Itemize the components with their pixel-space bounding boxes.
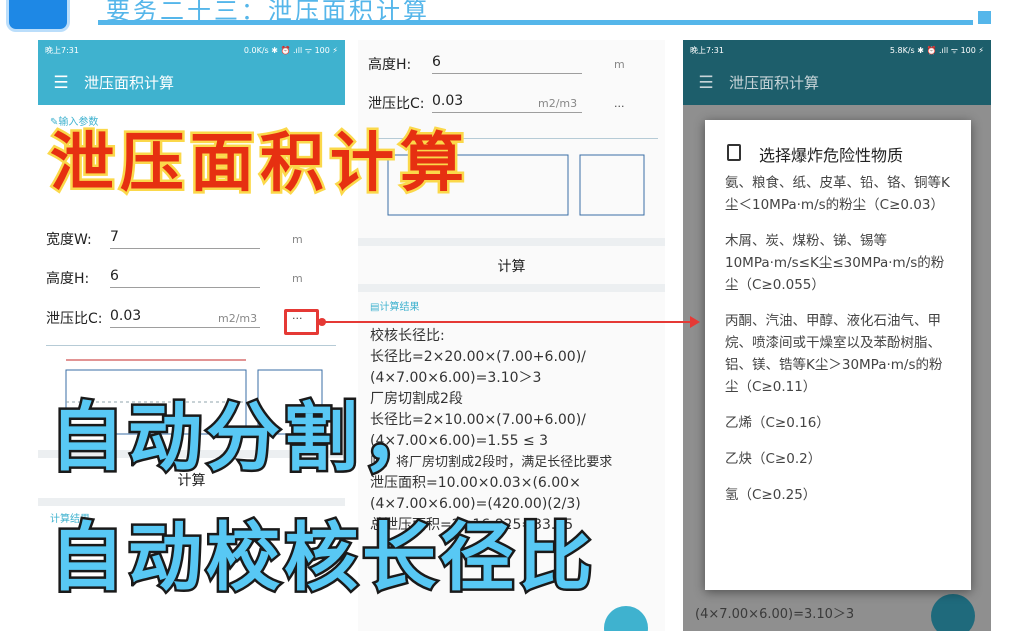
ratio-unit: m2/m3 bbox=[538, 97, 578, 110]
app-title: 泄压面积计算 bbox=[84, 74, 175, 92]
header-square-decoration bbox=[978, 11, 991, 24]
option-acetylene[interactable]: 乙炔（C≥0.2） bbox=[705, 448, 971, 470]
status-indicators: 5.8K/s ✱ ⏰ .ıll ᯤ 100 ⚡ bbox=[889, 45, 984, 55]
arrow-head-icon bbox=[690, 316, 700, 328]
app-title: 泄压面积计算 bbox=[729, 74, 820, 92]
overlay-title: 泄压面积计算 bbox=[48, 125, 470, 204]
substance-select-dialog: 选择爆炸危险性物质 氨、粮食、纸、皮革、铅、铬、铜等K尘＜10MPa·m/s的粉… bbox=[705, 120, 971, 590]
height-unit: m bbox=[614, 58, 625, 71]
background-result-line: (4×7.00×6.00)=3.10＞3 bbox=[695, 607, 855, 622]
height-value[interactable]: 6 bbox=[432, 54, 582, 74]
status-indicators: 0.0K/s ✱ ⏰ .ıll ᯤ 100 ⚡ bbox=[243, 45, 338, 55]
status-time: 晚上7:31 bbox=[690, 45, 724, 55]
ratio-more-button[interactable]: ... bbox=[614, 97, 625, 110]
hamburger-menu-icon[interactable]: ☰ bbox=[38, 73, 84, 93]
height-label: 高度H: bbox=[46, 271, 90, 287]
hamburger-menu-icon[interactable]: ☰ bbox=[683, 73, 729, 93]
overlay-subtitle-2: 自动校核长径比 bbox=[48, 513, 596, 604]
status-time: 晚上7:31 bbox=[45, 45, 79, 55]
ratio-field: 泄压比C: bbox=[368, 93, 425, 113]
header-divider bbox=[98, 20, 973, 25]
overlay-subtitle-1: 自动分割， bbox=[48, 393, 440, 484]
dialog-title: 选择爆炸危险性物质 bbox=[759, 146, 904, 165]
app-bar: ☰ 泄压面积计算 bbox=[683, 60, 991, 105]
ratio-label: 泄压比C: bbox=[46, 311, 103, 327]
result-section-label: ▤计算结果 bbox=[370, 302, 420, 313]
option-dust-mid[interactable]: 木屑、炭、煤粉、锑、锡等10MPa·m/s≤K尘≤30MPa·m/s的粉尘（C≥… bbox=[705, 230, 971, 296]
ratio-field: 泄压比C: bbox=[46, 308, 103, 328]
slide-header: 要务二十三：泄压面积计算 bbox=[0, 0, 1011, 36]
width-value[interactable]: 7 bbox=[110, 229, 260, 249]
calculate-button[interactable]: 计算 bbox=[358, 256, 665, 276]
option-ethylene[interactable]: 乙烯（C≥0.16） bbox=[705, 412, 971, 434]
ratio-label: 泄压比C: bbox=[368, 96, 425, 112]
height-label: 高度H: bbox=[368, 57, 412, 73]
height-field: 高度H: bbox=[46, 268, 89, 288]
calculator-logo-icon bbox=[6, 0, 70, 32]
height-value[interactable]: 6 bbox=[110, 268, 260, 288]
app-bar: ☰ 泄压面积计算 bbox=[38, 60, 345, 105]
phone-dialog-screen: 晚上7:31 5.8K/s ✱ ⏰ .ıll ᯤ 100 ⚡ ☰ 泄压面积计算 … bbox=[683, 40, 991, 631]
status-bar: 晚上7:31 0.0K/s ✱ ⏰ .ıll ᯤ 100 ⚡ bbox=[38, 40, 345, 60]
width-unit: m bbox=[292, 233, 303, 246]
document-icon bbox=[727, 144, 741, 161]
result-line: 校核长径比: bbox=[370, 328, 445, 344]
clipboard-fab-icon[interactable] bbox=[931, 594, 975, 631]
width-field: 宽度W: bbox=[46, 229, 92, 249]
annotation-arrow bbox=[319, 321, 692, 323]
option-dust-low[interactable]: 氨、粮食、纸、皮革、铅、铬、铜等K尘＜10MPa·m/s的粉尘（C≥0.03） bbox=[705, 172, 971, 216]
height-unit: m bbox=[292, 272, 303, 285]
highlight-more-button bbox=[284, 309, 319, 335]
section-divider bbox=[358, 238, 665, 246]
result-line: 长径比=2×20.00×(7.00+6.00)/ bbox=[370, 349, 586, 365]
height-field: 高度H: bbox=[368, 54, 411, 74]
ratio-unit: m2/m3 bbox=[218, 312, 258, 325]
clipboard-fab-icon[interactable] bbox=[604, 606, 648, 631]
option-dust-high[interactable]: 丙酮、汽油、甲醇、液化石油气、甲烷、喷漆间或干燥室以及苯酚树脂、铝、镁、锆等K尘… bbox=[705, 310, 971, 398]
option-hydrogen[interactable]: 氢（C≥0.25） bbox=[705, 484, 971, 506]
width-label: 宽度W: bbox=[46, 232, 92, 248]
status-bar: 晚上7:31 5.8K/s ✱ ⏰ .ıll ᯤ 100 ⚡ bbox=[683, 40, 991, 60]
